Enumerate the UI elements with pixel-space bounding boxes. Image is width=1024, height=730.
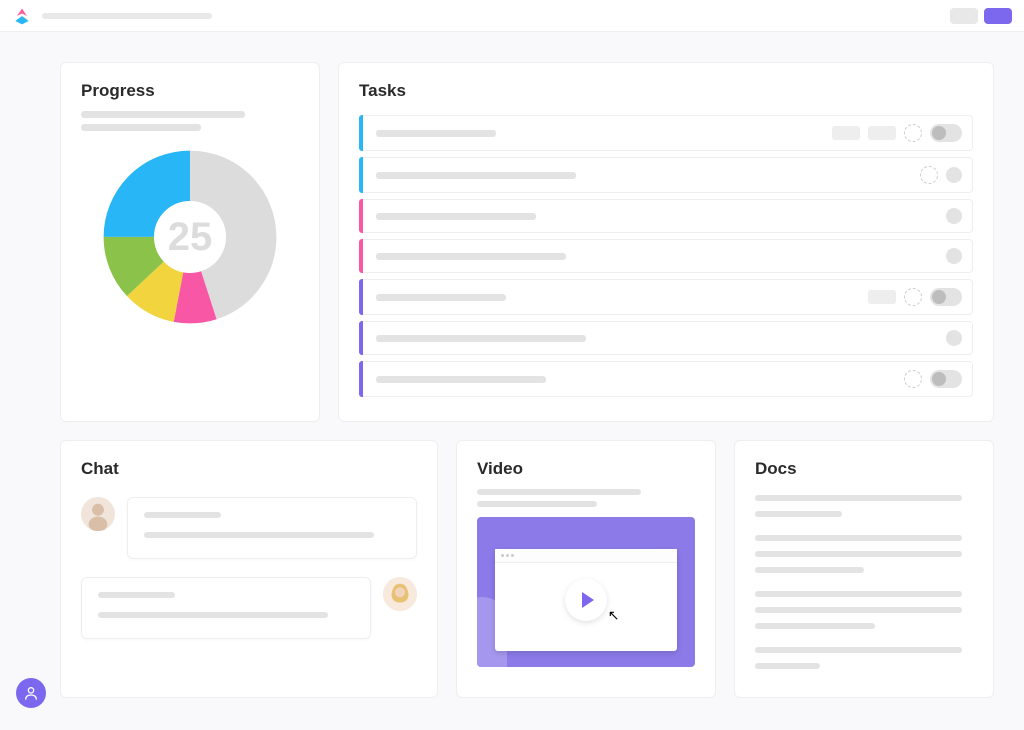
chat-bubble [127,497,417,559]
video-card: Video ↖ [456,440,716,698]
topbar-button-2[interactable] [984,8,1012,24]
task-status-dot-icon[interactable] [946,208,962,224]
task-text-placeholder [376,253,566,260]
task-list [359,115,973,397]
app-logo-icon [12,6,32,26]
video-subtitle-line [477,489,641,495]
donut-center-value: 25 [100,147,280,327]
docs-line [755,591,962,597]
task-row[interactable] [359,199,973,233]
progress-subtitle-line [81,111,245,118]
task-text-placeholder [376,335,586,342]
tasks-card: Tasks [338,62,994,422]
docs-line [755,567,864,573]
progress-donut-chart: 25 [100,147,280,327]
video-subtitle-line-2 [477,501,597,507]
assignee-circle-icon[interactable] [904,124,922,142]
progress-card: Progress 25 [60,62,320,422]
docs-line [755,663,820,669]
task-text-placeholder [376,294,506,301]
docs-line [755,535,962,541]
docs-title: Docs [755,459,973,479]
docs-line [755,607,962,613]
chat-message[interactable] [81,497,417,559]
task-tag[interactable] [832,126,860,140]
docs-line [755,623,875,629]
task-row[interactable] [359,115,973,151]
task-status-dot-icon[interactable] [946,330,962,346]
avatar-user-2[interactable] [383,577,417,611]
task-tag[interactable] [868,290,896,304]
docs-card: Docs [734,440,994,698]
topbar-button-1[interactable] [950,8,978,24]
task-text-placeholder [376,130,496,137]
topbar [0,0,1024,32]
assignee-circle-icon[interactable] [904,288,922,306]
task-tag[interactable] [868,126,896,140]
assignee-circle-icon[interactable] [920,166,938,184]
docs-line [755,551,962,557]
task-row[interactable] [359,321,973,355]
cursor-icon: ↖ [608,607,620,624]
chat-bubble [81,577,371,639]
docs-line [755,647,962,653]
assignee-circle-icon[interactable] [904,370,922,388]
avatar-user-1[interactable] [81,497,115,531]
task-toggle[interactable] [930,288,962,306]
task-toggle[interactable] [930,370,962,388]
docs-line [755,511,842,517]
chat-message[interactable] [81,577,417,639]
video-title: Video [477,459,695,479]
task-status-dot-icon[interactable] [946,167,962,183]
help-floating-button[interactable] [16,678,46,708]
progress-title: Progress [81,81,299,101]
video-thumbnail[interactable]: ↖ [477,517,695,667]
chat-card: Chat [60,440,438,698]
docs-line [755,495,962,501]
task-text-placeholder [376,213,536,220]
dashboard: Progress 25 Tasks Chat [0,32,1024,718]
task-row[interactable] [359,361,973,397]
chat-title: Chat [81,459,417,479]
play-button-icon[interactable] [565,579,607,621]
tasks-title: Tasks [359,81,973,101]
progress-subtitle-line-2 [81,124,201,131]
task-row[interactable] [359,279,973,315]
topbar-placeholder [42,13,212,19]
task-toggle[interactable] [930,124,962,142]
task-status-dot-icon[interactable] [946,248,962,264]
task-text-placeholder [376,376,546,383]
task-text-placeholder [376,172,576,179]
task-row[interactable] [359,157,973,193]
task-row[interactable] [359,239,973,273]
